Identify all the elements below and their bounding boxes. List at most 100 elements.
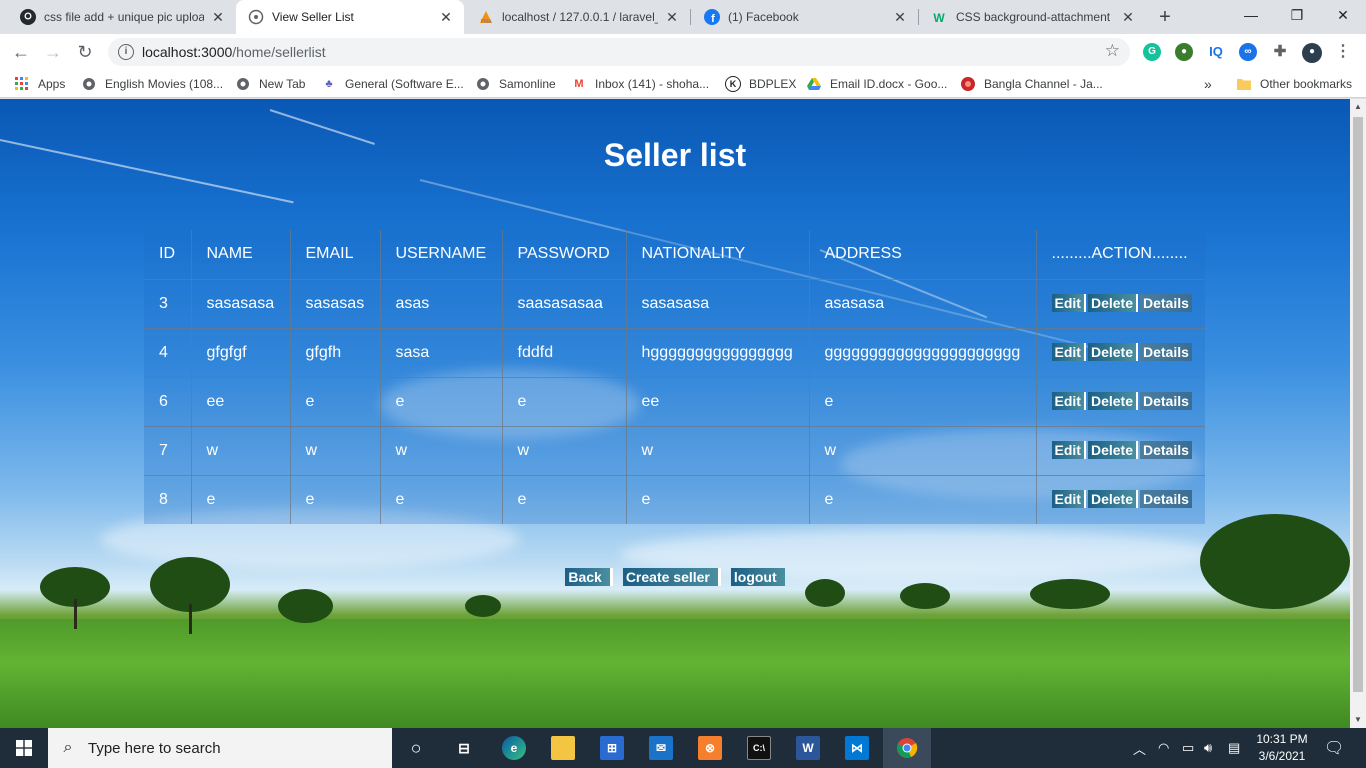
bookmark-item[interactable]: English Movies (108...	[81, 75, 223, 93]
url-path: /home/sellerlist	[232, 44, 326, 60]
edit-link[interactable]: Edit	[1051, 392, 1086, 410]
globe-icon	[81, 76, 97, 92]
browser-tab[interactable]: f (1) Facebook ✕	[692, 0, 918, 34]
tree	[900, 583, 950, 609]
cell-email: e	[290, 377, 381, 427]
cortana-icon[interactable]: ○	[404, 736, 428, 760]
browser-tab[interactable]: W CSS background-attachment p ✕	[920, 0, 1146, 34]
bookmark-star-icon[interactable]: ☆	[1105, 41, 1120, 61]
close-icon[interactable]: ✕	[210, 9, 226, 25]
teams-icon: ♣	[325, 78, 333, 90]
bdplex-icon: K	[725, 76, 741, 92]
scrollbar-thumb[interactable]	[1353, 117, 1363, 692]
back-link[interactable]: Back	[565, 568, 613, 586]
forward-arrow-icon[interactable]: →	[41, 40, 65, 64]
browser-tab[interactable]: css file add + unique pic uploa ✕	[8, 0, 236, 34]
cell-actions: Edit Delete Details	[1036, 279, 1205, 329]
edit-link[interactable]: Edit	[1051, 441, 1086, 459]
close-icon[interactable]: ✕	[664, 9, 680, 25]
bookmark-item[interactable]: Email ID.docx - Goo...	[806, 75, 947, 93]
tray-chevron-up-icon[interactable]: ︿	[1133, 728, 1146, 768]
bookmarks-overflow-chevron-icon[interactable]: »	[1204, 75, 1212, 93]
file-explorer-icon[interactable]	[551, 736, 575, 760]
column-header-username: USERNAME	[380, 230, 503, 280]
edit-link[interactable]: Edit	[1051, 343, 1086, 361]
window-close-icon[interactable]: ✕	[1320, 0, 1366, 32]
close-icon[interactable]: ✕	[438, 9, 454, 25]
page-scrollbar[interactable]: ▲ ▼	[1350, 99, 1366, 728]
microsoft-store-icon[interactable]: ⊞	[600, 736, 624, 760]
logout-link[interactable]: logout	[730, 568, 785, 586]
taskbar-search[interactable]: ⌕ Type here to search	[48, 728, 392, 768]
system-clock[interactable]: 10:31 PM 3/6/2021	[1252, 731, 1312, 765]
details-link[interactable]: Details	[1139, 294, 1192, 312]
windows-taskbar: ⌕ Type here to search ○ ⊟ e ⊞ ✉ ⊗ C:\ W …	[0, 728, 1366, 768]
column-header-name: NAME	[191, 230, 291, 280]
edit-link[interactable]: Edit	[1051, 294, 1086, 312]
browser-tab-active[interactable]: View Seller List ✕	[236, 0, 464, 34]
bookmark-label: Inbox (141) - shoha...	[595, 77, 710, 91]
info-icon[interactable]: i	[118, 44, 134, 60]
menu-kebab-icon[interactable]: ⋮	[1334, 43, 1352, 61]
bookmark-item[interactable]: ♣ General (Software E...	[321, 75, 463, 93]
word-icon[interactable]: W	[796, 736, 820, 760]
browser-tab[interactable]: PMA localhost / 127.0.0.1 / laravel_a ✕	[466, 0, 690, 34]
notification-icon[interactable]: 🗨︎	[1324, 728, 1344, 768]
grammarly-icon[interactable]: G	[1143, 43, 1161, 61]
bookmark-item[interactable]: Samonline	[475, 75, 556, 93]
details-link[interactable]: Details	[1139, 343, 1192, 361]
iq-extension-icon[interactable]: IQ	[1207, 43, 1225, 61]
mail-icon[interactable]: ✉	[649, 736, 673, 760]
details-link[interactable]: Details	[1139, 392, 1192, 410]
task-view-icon[interactable]: ⊟	[452, 736, 476, 760]
cell-email: e	[290, 475, 381, 524]
restore-icon[interactable]: ❐	[1274, 0, 1320, 32]
create-seller-link[interactable]: Create seller	[622, 568, 721, 586]
details-link[interactable]: Details	[1139, 490, 1192, 509]
language-icon[interactable]: ▤	[1228, 728, 1240, 768]
battery-icon[interactable]: ▭	[1182, 728, 1194, 768]
avatar[interactable]: ●	[1302, 43, 1322, 63]
delete-link[interactable]: Delete	[1087, 490, 1138, 509]
tab-title: localhost / 127.0.0.1 / laravel_a	[502, 10, 658, 24]
grass-field	[0, 619, 1350, 728]
tree	[465, 595, 501, 617]
scroll-up-arrow-icon[interactable]: ▲	[1350, 99, 1366, 115]
close-icon[interactable]: ✕	[892, 9, 908, 25]
network-icon[interactable]: ◠	[1158, 728, 1169, 768]
address-bar[interactable]: i localhost:3000/home/sellerlist ☆	[108, 38, 1130, 66]
edit-link[interactable]: Edit	[1051, 490, 1086, 509]
windows-start-icon[interactable]	[0, 728, 48, 768]
delete-link[interactable]: Delete	[1087, 294, 1138, 312]
table-row: 8 e e e e e e Edit Delete Details	[144, 475, 1205, 524]
xampp-icon[interactable]: ⊗	[698, 736, 722, 760]
volume-icon[interactable]: 🔊︎	[1204, 728, 1212, 768]
details-link[interactable]: Details	[1139, 441, 1192, 459]
browser-toolbar: ← → ↻ i localhost:3000/home/sellerlist ☆…	[0, 34, 1366, 70]
scroll-down-arrow-icon[interactable]: ▼	[1350, 712, 1366, 728]
close-icon[interactable]: ✕	[1120, 9, 1136, 25]
vscode-icon[interactable]: ⋈	[845, 736, 869, 760]
new-tab-plus-icon[interactable]: +	[1155, 6, 1175, 28]
other-bookmarks[interactable]: Other bookmarks	[1236, 75, 1352, 93]
extensions-puzzle-icon[interactable]: ✚	[1271, 43, 1289, 61]
bookmark-apps[interactable]: Apps	[14, 75, 65, 93]
chrome-icon[interactable]	[895, 736, 919, 760]
column-header-password: PASSWORD	[502, 230, 627, 280]
bookmark-item[interactable]: New Tab	[235, 75, 305, 93]
bookmark-item[interactable]: M Inbox (141) - shoha...	[571, 75, 709, 93]
reload-icon[interactable]: ↻	[73, 40, 97, 64]
bookmark-item[interactable]: Bangla Channel - Ja...	[960, 75, 1103, 93]
terminal-icon[interactable]: C:\	[747, 736, 771, 760]
back-arrow-icon[interactable]: ←	[9, 40, 33, 64]
bookmark-item[interactable]: K BDPLEX	[725, 75, 796, 93]
taskbar-search-placeholder: Type here to search	[88, 739, 221, 757]
infinity-extension-icon[interactable]: ∞	[1239, 43, 1257, 61]
delete-link[interactable]: Delete	[1087, 441, 1138, 459]
delete-link[interactable]: Delete	[1087, 392, 1138, 410]
cell-password: saasasasaa	[502, 279, 627, 329]
edge-icon[interactable]: e	[502, 736, 526, 760]
minimize-icon[interactable]: —	[1228, 0, 1274, 32]
delete-link[interactable]: Delete	[1087, 343, 1138, 361]
extension-globe-icon[interactable]: ●	[1175, 43, 1193, 61]
